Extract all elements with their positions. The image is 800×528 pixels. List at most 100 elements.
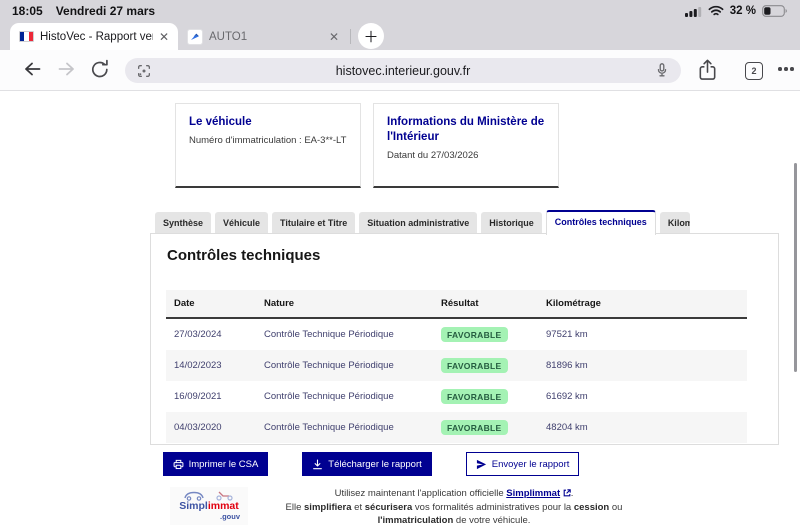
histovec-page: Le véhicule Numéro d'immatriculation : E…: [0, 91, 800, 525]
share-icon[interactable]: [698, 58, 717, 82]
controles-table: DateNatureRésultatKilométrage 27/03/2024…: [166, 290, 747, 443]
column-header: Résultat: [433, 290, 538, 318]
table-row: 27/03/2024Contrôle Technique PériodiqueF…: [166, 318, 747, 350]
status-indicators: 32 %: [685, 5, 788, 17]
column-header: Kilométrage: [538, 290, 747, 318]
ministry-card-title: Informations du Ministère de l'Intérieur: [387, 115, 545, 145]
cell-resultat: FAVORABLE: [433, 381, 538, 412]
browser-tab-histovec[interactable]: HistoVec - Rapport vend ✕: [10, 23, 178, 50]
vehicle-card: Le véhicule Numéro d'immatriculation : E…: [175, 103, 361, 188]
browser-tab-title: AUTO1: [209, 31, 247, 43]
cellular-signal-icon: [685, 6, 702, 17]
download-report-label: Télécharger le rapport: [328, 459, 421, 470]
date-label: Vendredi 27 mars: [56, 4, 155, 18]
simplimmat-wordmark: Simplimmat: [170, 501, 248, 512]
url-text: histovec.interieur.gouv.fr: [125, 58, 681, 83]
wifi-icon: [708, 5, 724, 17]
send-icon: [476, 459, 487, 470]
browser-tab-auto1[interactable]: AUTO1 ✕: [178, 23, 348, 50]
section-title: Contrôles techniques: [167, 247, 320, 264]
status-bar: 18:05 Vendredi 27 mars 32 %: [0, 0, 800, 22]
cell-resultat: FAVORABLE: [433, 350, 538, 381]
summary-cards: Le véhicule Numéro d'immatriculation : E…: [175, 103, 559, 188]
send-report-label: Envoyer le rapport: [492, 459, 570, 470]
vehicle-card-subtitle: Numéro d'immatriculation : EA-3**-LT: [189, 135, 347, 146]
download-report-button[interactable]: Télécharger le rapport: [302, 452, 431, 476]
vertical-scrollbar[interactable]: [794, 163, 797, 372]
histovec-favicon: [19, 31, 34, 42]
cell-km: 61692 km: [538, 381, 747, 412]
cell-nature: Contrôle Technique Périodique: [256, 381, 433, 412]
cell-resultat: FAVORABLE: [433, 318, 538, 350]
tab-overview-button[interactable]: 2: [745, 62, 763, 80]
content-tab-v-hicule[interactable]: Véhicule: [215, 212, 268, 234]
simplimmat-gouv-label: .gouv: [170, 512, 248, 521]
status-datetime: 18:05 Vendredi 27 mars: [12, 4, 155, 18]
content-tab-kilom-trage[interactable]: Kilométrage: [660, 212, 690, 234]
browser-tab-bar: HistoVec - Rapport vend ✕ AUTO1 ✕ ＋: [0, 22, 800, 50]
tab-separator: [350, 29, 351, 44]
content-tab-situation-administrative[interactable]: Situation administrative: [359, 212, 477, 234]
microphone-icon[interactable]: [654, 62, 670, 79]
ministry-card: Informations du Ministère de l'Intérieur…: [373, 103, 559, 188]
more-menu-icon[interactable]: [778, 67, 794, 71]
print-csa-button[interactable]: Imprimer le CSA: [163, 452, 269, 476]
browser-chrome: 18:05 Vendredi 27 mars 32 %: [0, 0, 800, 50]
footer-text: Utilisez maintenant l'application offici…: [260, 487, 648, 528]
battery-percent: 32 %: [730, 5, 756, 17]
printer-icon: [173, 459, 184, 470]
cell-km: 48204 km: [538, 412, 747, 443]
forward-button-icon[interactable]: [57, 60, 77, 78]
send-report-button[interactable]: Envoyer le rapport: [466, 452, 580, 476]
vehicle-card-title: Le véhicule: [189, 115, 347, 130]
status-badge: FAVORABLE: [441, 327, 508, 342]
ipad-screen: 18:05 Vendredi 27 mars 32 %: [0, 0, 800, 525]
simplimmat-link[interactable]: Simplimmat: [506, 488, 560, 499]
ct-table-body: 27/03/2024Contrôle Technique PériodiqueF…: [166, 318, 747, 443]
report-actions: Imprimer le CSA Télécharger le rapport E…: [0, 452, 742, 476]
cell-nature: Contrôle Technique Périodique: [256, 350, 433, 381]
table-row: 14/02/2023Contrôle Technique Périodique F…: [166, 350, 747, 381]
ct-table-head-row: DateNatureRésultatKilométrage: [166, 290, 747, 318]
new-tab-button[interactable]: ＋: [358, 23, 384, 49]
cell-date: 16/09/2021: [166, 381, 256, 412]
ministry-card-subtitle: Datant du 27/03/2026: [387, 150, 545, 161]
print-csa-label: Imprimer le CSA: [189, 459, 259, 470]
footer-line2-segments: Elle simplifiera et sécurisera vos forma…: [286, 502, 623, 513]
reload-button-icon[interactable]: [90, 59, 110, 80]
table-row: 16/09/2021Contrôle Technique Périodique F…: [166, 381, 747, 412]
footer-line-3: l'immatriculation de votre véhicule.: [260, 514, 648, 528]
status-badge: FAVORABLE: [441, 358, 508, 373]
footer-line1-prefix: Utilisez maintenant l'application offici…: [335, 488, 507, 499]
clock: 18:05: [12, 4, 43, 18]
content-tab-contr-les-techniques[interactable]: Contrôles techniques: [546, 210, 656, 235]
content-tab-titulaire-et-titre[interactable]: Titulaire et Titre: [272, 212, 355, 234]
cell-date: 14/02/2023: [166, 350, 256, 381]
cell-date: 04/03/2020: [166, 412, 256, 443]
close-tab-icon[interactable]: ✕: [159, 31, 169, 43]
simplimmat-logo: Simplimmat .gouv: [170, 487, 248, 525]
download-icon: [312, 459, 323, 470]
browser-tab-title: HistoVec - Rapport vend: [40, 31, 153, 43]
footer-line1-suffix: .: [571, 488, 574, 499]
cell-km: 81896 km: [538, 350, 747, 381]
status-badge: FAVORABLE: [441, 420, 508, 435]
content-tab-list: SynthèseVéhiculeTitulaire et TitreSituat…: [155, 210, 690, 234]
external-link-icon: [563, 489, 571, 497]
content-tab-historique[interactable]: Historique: [481, 212, 542, 234]
column-header: Date: [166, 290, 256, 318]
cell-date: 27/03/2024: [166, 318, 256, 350]
back-button-icon[interactable]: [22, 60, 42, 78]
cell-nature: Contrôle Technique Périodique: [256, 412, 433, 443]
table-row: 04/03/2020Contrôle Technique Périodique F…: [166, 412, 747, 443]
footer-line-2: Elle simplifiera et sécurisera vos forma…: [260, 501, 648, 515]
footer-line-1: Utilisez maintenant l'application offici…: [260, 487, 648, 501]
status-badge: FAVORABLE: [441, 389, 508, 404]
content-tab-synth-se[interactable]: Synthèse: [155, 212, 211, 234]
address-bar[interactable]: histovec.interieur.gouv.fr: [125, 58, 681, 83]
close-tab-icon[interactable]: ✕: [329, 31, 339, 43]
controles-techniques-panel: Contrôles techniques DateNatureRésultatK…: [150, 233, 779, 445]
vehicles-illustration-icon: [181, 489, 237, 501]
footer-line3-segments: l'immatriculation de votre véhicule.: [378, 515, 531, 526]
simplimmat-footer: Simplimmat .gouv Utilisez maintenant l'a…: [170, 487, 648, 528]
